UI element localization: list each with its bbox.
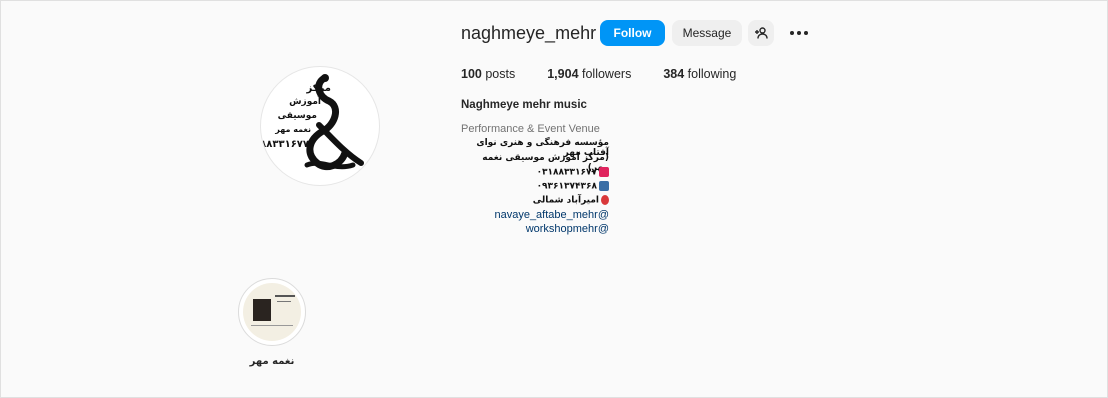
profile-avatar[interactable]: مرکز آموزش موسیقی نغمه مهر ۸۸۳۳۱۶۷۷: [260, 66, 380, 186]
following-count[interactable]: 384 following: [663, 67, 736, 81]
followers-count[interactable]: 1,904 followers: [547, 67, 631, 81]
follow-button[interactable]: Follow: [600, 20, 665, 46]
mobile-phone-icon: [599, 181, 609, 191]
suggest-users-button[interactable]: [748, 20, 774, 46]
bio-line-4: ۰۹۳۶۱۳۷۴۳۶۸: [461, 181, 609, 192]
username: naghmeye_mehr: [461, 22, 597, 43]
phone-icon: [599, 167, 609, 177]
highlight-cover: [243, 283, 301, 341]
person-plus-icon: [755, 27, 768, 39]
profile-category: Performance & Event Venue: [461, 123, 600, 135]
highlight-label[interactable]: نغمه مهر: [238, 356, 306, 367]
bio-mention-link[interactable]: workshopmehr@: [461, 223, 609, 235]
posts-count: 100 posts: [461, 67, 516, 81]
bio-line-3: ۰۳۱۸۸۳۳۱۶۷۷: [461, 167, 609, 178]
message-button[interactable]: Message: [672, 20, 742, 46]
story-highlight[interactable]: [238, 278, 306, 346]
location-pin-icon: [601, 195, 609, 205]
profile-stats: 100 posts 1,904 followers 384 following: [461, 67, 768, 81]
profile-header: naghmeye_mehr: [461, 18, 596, 48]
avatar-text-line2: آموزش: [289, 97, 321, 107]
bio-mention-link[interactable]: navaye_aftabe_mehr@: [461, 209, 609, 221]
full-name: Naghmeye mehr music: [461, 99, 587, 111]
avatar-text-line4: نغمه مهر: [275, 125, 311, 134]
avatar-phone: ۸۸۳۳۱۶۷۷: [260, 139, 309, 150]
more-options-icon: [790, 31, 808, 35]
avatar-text-line1: مرکز: [306, 83, 331, 94]
more-options-button[interactable]: [786, 24, 812, 42]
bio-line-5: امیرآباد شمالی: [461, 195, 609, 206]
avatar-text-line3: موسیقی: [277, 111, 317, 121]
